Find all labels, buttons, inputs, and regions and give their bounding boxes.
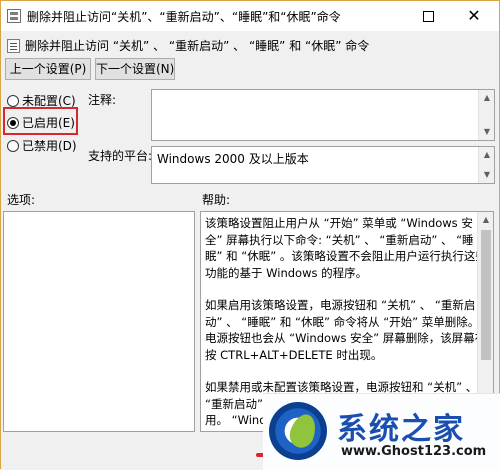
help-paragraph: 如果启用该策略设置，电源按钮和 “关机” 、 “重新启动” 、 “睡眠” 和 “… [205, 298, 487, 362]
watermark: 系统之家 www.Ghost123.com [263, 393, 500, 470]
comment-label: 注释: [88, 93, 117, 107]
platform-field: Windows 2000 及以上版本 [151, 146, 495, 184]
policy-header: 删除并阻止访问 “关机” 、 “重新启动” 、 “睡眠” 和 “休眠” 命令 [7, 37, 369, 55]
scroll-up-icon[interactable]: ▲ [479, 90, 495, 106]
radio-disabled[interactable]: 已禁用(D) [7, 137, 77, 155]
options-label: 选项: [7, 193, 36, 207]
scroll-down-icon[interactable]: ▼ [479, 124, 495, 140]
help-label: 帮助: [202, 193, 231, 207]
scroll-up-icon[interactable]: ▲ [478, 212, 494, 228]
maximize-icon [422, 10, 434, 22]
radio-circle-selected [7, 116, 19, 129]
help-paragraph: 该策略设置阻止用户从 “开始” 菜单或 “Windows 安全” 屏幕执行以下命… [205, 216, 487, 280]
watermark-title: 系统之家 [337, 412, 465, 447]
platform-label: 支持的平台: [88, 149, 153, 163]
radio-label: 未配置(C) [22, 94, 76, 108]
policy-name: 删除并阻止访问 “关机” 、 “重新启动” 、 “睡眠” 和 “休眠” 命令 [25, 39, 370, 53]
close-button[interactable]: ✕ [451, 1, 497, 31]
scroll-up-icon[interactable]: ▲ [479, 147, 495, 163]
policy-dialog: 删除并阻止访问“关机”、“重新启动”、“睡眠”和“休眠”命令 ✕ 删除并阻止访问… [0, 0, 500, 470]
title-bar: 删除并阻止访问“关机”、“重新启动”、“睡眠”和“休眠”命令 ✕ [1, 1, 499, 31]
policy-app-icon [7, 9, 21, 23]
window-title: 删除并阻止访问“关机”、“重新启动”、“睡眠”和“休眠”命令 [27, 10, 341, 24]
radio-label: 已禁用(D) [22, 139, 77, 153]
watermark-url: www.Ghost123.com [341, 444, 487, 459]
platform-scrollbar[interactable]: ▲ ▼ [478, 147, 494, 183]
previous-setting-button[interactable]: 上一个设置(P) [5, 58, 91, 80]
comment-scrollbar[interactable]: ▲ ▼ [478, 90, 494, 140]
scroll-thumb[interactable] [481, 230, 491, 360]
radio-circle [7, 94, 19, 107]
watermark-logo-icon [269, 402, 327, 460]
scroll-down-icon[interactable]: ▼ [479, 167, 495, 183]
radio-enabled[interactable]: 已启用(E) [7, 114, 75, 132]
radio-label: 已启用(E) [22, 116, 75, 130]
next-setting-button[interactable]: 下一个设置(N) [95, 58, 175, 80]
options-panel [3, 211, 195, 432]
comment-field[interactable] [151, 89, 495, 141]
maximize-button[interactable] [405, 1, 451, 31]
policy-setting-icon [7, 38, 20, 53]
radio-circle [7, 139, 19, 152]
